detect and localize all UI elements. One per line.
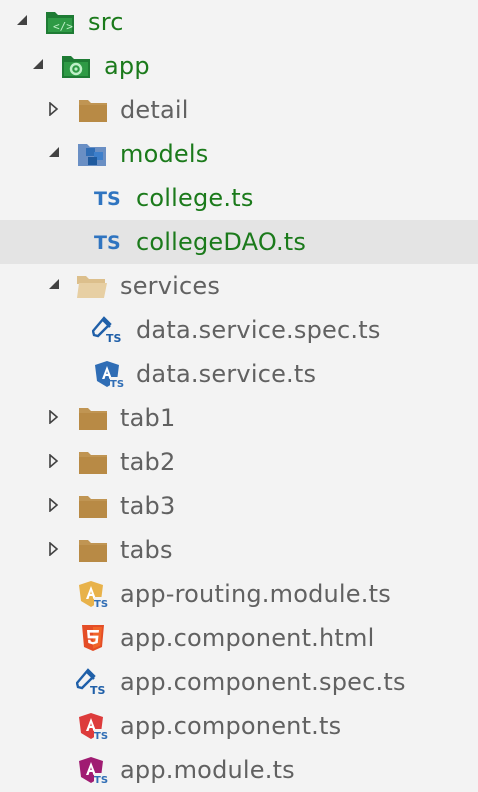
- tree-item-label: college.ts: [136, 184, 254, 212]
- tree-item-models[interactable]: models: [0, 132, 478, 176]
- folder-icon: [78, 492, 108, 520]
- chevron-down-icon[interactable]: [16, 0, 32, 44]
- typescript-icon: TS: [94, 184, 124, 212]
- svg-text:TS: TS: [106, 332, 122, 344]
- angular-service-icon: TS: [94, 360, 124, 388]
- tree-item-label: app.component.html: [120, 624, 375, 652]
- tree-item-label: collegeDAO.ts: [136, 228, 307, 256]
- chevron-right-icon[interactable]: [48, 88, 64, 132]
- angular-component-icon: TS: [78, 712, 108, 740]
- chevron-right-icon[interactable]: [48, 396, 64, 440]
- chevron-right-icon[interactable]: [48, 440, 64, 484]
- tree-item-label: models: [120, 140, 209, 168]
- file-explorer-tree: </> src app detail models TS college.ts …: [0, 0, 478, 792]
- tree-item-label: data.service.spec.ts: [136, 316, 381, 344]
- folder-icon: [78, 536, 108, 564]
- chevron-down-icon[interactable]: [48, 264, 64, 308]
- tree-item-label: tabs: [120, 536, 173, 564]
- tree-item-app-module-ts[interactable]: TS app.module.ts: [0, 748, 478, 792]
- svg-text:TS: TS: [94, 731, 108, 740]
- html5-icon: [80, 624, 110, 652]
- tree-item-label: app-routing.module.ts: [120, 580, 391, 608]
- tree-item-collegedao-ts[interactable]: TS collegeDAO.ts: [0, 220, 478, 264]
- tree-item-data-service-ts[interactable]: TS data.service.ts: [0, 352, 478, 396]
- open-folder-icon: [76, 272, 107, 300]
- tree-item-label: tab1: [120, 404, 176, 432]
- tree-item-data-service-spec-ts[interactable]: TS data.service.spec.ts: [0, 308, 478, 352]
- tree-item-label: app.component.spec.ts: [120, 668, 406, 696]
- angular-routing-icon: TS: [78, 580, 108, 608]
- tree-item-detail[interactable]: detail: [0, 88, 478, 132]
- typescript-icon: TS: [94, 228, 124, 256]
- chevron-right-icon[interactable]: [48, 484, 64, 528]
- chevron-right-icon[interactable]: [48, 528, 64, 572]
- spec-test-icon: TS: [76, 668, 106, 696]
- svg-text:TS: TS: [110, 379, 124, 388]
- tree-item-label: src: [88, 8, 124, 36]
- tree-item-label: tab2: [120, 448, 176, 476]
- svg-text:TS: TS: [94, 599, 108, 608]
- app-folder-icon: [60, 52, 90, 80]
- tree-item-app-component-spec-ts[interactable]: TS app.component.spec.ts: [0, 660, 478, 704]
- svg-text:</>: </>: [53, 20, 73, 33]
- tree-item-app[interactable]: app: [0, 44, 478, 88]
- tree-item-tab1[interactable]: tab1: [0, 396, 478, 440]
- tree-item-app-component-ts[interactable]: TS app.component.ts: [0, 704, 478, 748]
- tree-item-src[interactable]: </> src: [0, 0, 478, 44]
- tree-item-label: app: [104, 52, 150, 80]
- tree-item-app-routing-module-ts[interactable]: TS app-routing.module.ts: [0, 572, 478, 616]
- src-folder-icon: </>: [44, 8, 74, 36]
- svg-text:TS: TS: [94, 775, 108, 784]
- tree-item-label: app.module.ts: [120, 756, 295, 784]
- svg-text:TS: TS: [94, 188, 121, 210]
- tree-item-label: data.service.ts: [136, 360, 317, 388]
- tree-item-college-ts[interactable]: TS college.ts: [0, 176, 478, 220]
- angular-module-icon: TS: [78, 756, 108, 784]
- tree-item-app-component-html[interactable]: app.component.html: [0, 616, 478, 660]
- svg-text:TS: TS: [90, 684, 106, 696]
- folder-icon: [78, 448, 108, 476]
- chevron-down-icon[interactable]: [48, 132, 64, 176]
- folder-icon: [78, 404, 108, 432]
- folder-icon: [78, 96, 108, 124]
- tree-item-label: tab3: [120, 492, 176, 520]
- tree-item-tab3[interactable]: tab3: [0, 484, 478, 528]
- tree-item-tabs[interactable]: tabs: [0, 528, 478, 572]
- svg-text:TS: TS: [94, 232, 121, 254]
- models-folder-icon: [76, 140, 106, 168]
- spec-test-icon: TS: [92, 316, 122, 344]
- chevron-down-icon[interactable]: [32, 44, 48, 88]
- tree-item-label: app.component.ts: [120, 712, 342, 740]
- tree-item-label: services: [120, 272, 221, 300]
- tree-item-tab2[interactable]: tab2: [0, 440, 478, 484]
- tree-item-label: detail: [120, 96, 189, 124]
- tree-item-services[interactable]: services: [0, 264, 478, 308]
